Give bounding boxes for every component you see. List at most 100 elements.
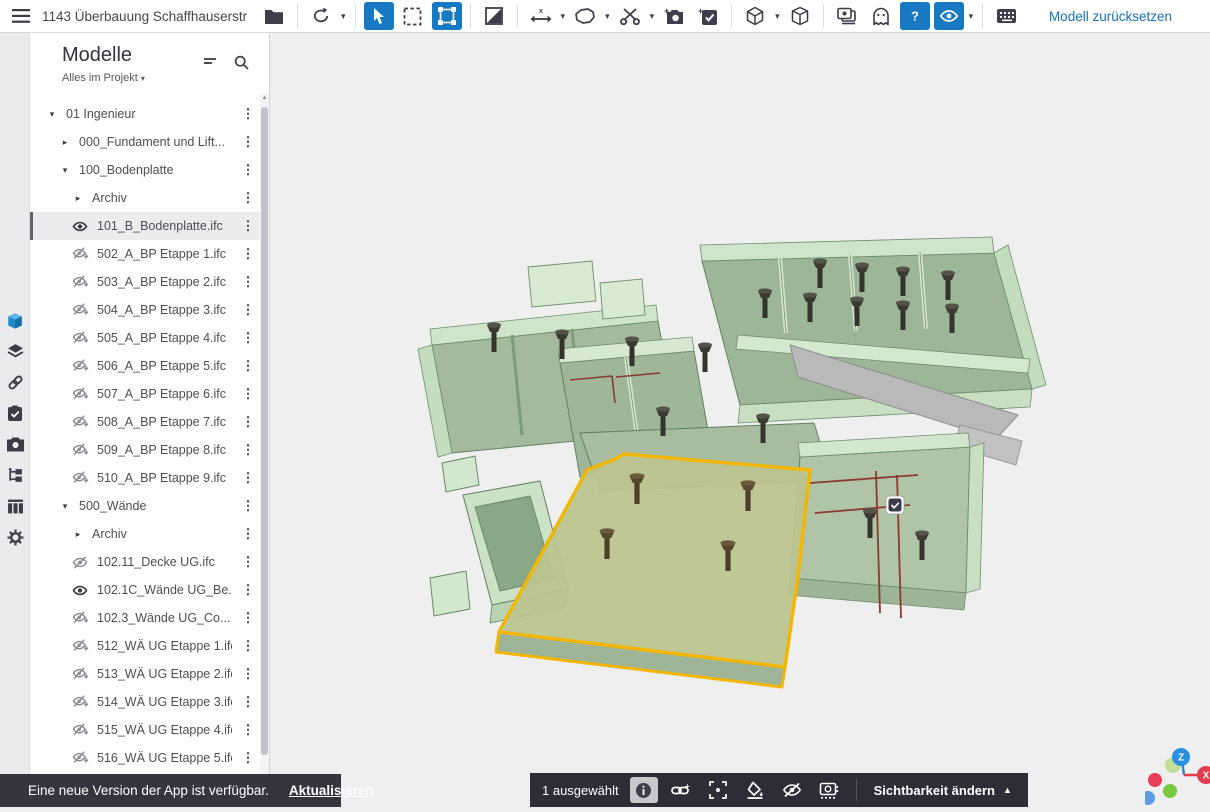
todo-button[interactable]: +	[693, 2, 723, 30]
item-menu-button[interactable]: ⋮	[240, 442, 256, 458]
item-menu-button[interactable]: ⋮	[240, 246, 256, 262]
item-menu-button[interactable]: ⋮	[240, 666, 256, 682]
visibility-toggle-icon[interactable]	[72, 386, 89, 402]
visibility-toggle-icon[interactable]	[72, 582, 89, 598]
measure-caret[interactable]: ▾	[558, 11, 569, 22]
visibility-toggle-icon[interactable]	[72, 694, 89, 710]
item-menu-button[interactable]: ⋮	[240, 386, 256, 402]
tree-item[interactable]: 102.3_Wände UG_Co... ⋮	[30, 604, 262, 632]
rail-item-hierarchy[interactable]	[0, 460, 30, 491]
tree-item[interactable]: 508_A_BP Etappe 7.ifc ⋮	[30, 408, 262, 436]
expand-caret[interactable]: ▾	[59, 165, 71, 176]
tree-item[interactable]: ▾ 100_Bodenplatte ⋮	[30, 156, 262, 184]
tree-item[interactable]: 507_A_BP Etappe 6.ifc ⋮	[30, 380, 262, 408]
keyboard-button[interactable]	[991, 2, 1021, 30]
visibility-toggle-icon[interactable]	[72, 246, 89, 262]
item-menu-button[interactable]: ⋮	[240, 106, 256, 122]
item-menu-button[interactable]: ⋮	[240, 498, 256, 514]
visibility-caret[interactable]: ▾	[966, 11, 977, 22]
tree-item[interactable]: 102.1C_Wände UG_Be... ⋮	[30, 576, 262, 604]
rail-item-snapshots[interactable]	[0, 429, 30, 460]
expand-caret[interactable]: ▾	[46, 109, 58, 120]
section-cut-button[interactable]	[615, 2, 645, 30]
tree-item[interactable]: 509_A_BP Etappe 8.ifc ⋮	[30, 436, 262, 464]
scrollbar-thumb[interactable]	[261, 107, 268, 755]
paint-bucket-button[interactable]	[741, 777, 769, 803]
zoom-to-selection-button[interactable]	[704, 777, 732, 803]
visibility-toggle-icon[interactable]	[72, 470, 89, 486]
tree-item[interactable]: 502_A_BP Etappe 1.ifc ⋮	[30, 240, 262, 268]
expand-caret[interactable]: ▸	[72, 529, 84, 540]
visibility-eye-button[interactable]	[934, 2, 964, 30]
expand-caret[interactable]: ▸	[59, 137, 71, 148]
item-menu-button[interactable]: ⋮	[240, 358, 256, 374]
tree-item[interactable]: 510_A_BP Etappe 9.ifc ⋮	[30, 464, 262, 492]
axis-z-handle[interactable]: Z	[1172, 748, 1190, 766]
selected-slab[interactable]	[496, 454, 810, 687]
tree-item[interactable]: 512_WÄ UG Etappe 1.ifc ⋮	[30, 632, 262, 660]
item-menu-button[interactable]: ⋮	[240, 722, 256, 738]
axis-gizmo[interactable]: Z X	[1145, 745, 1210, 807]
item-menu-button[interactable]: ⋮	[240, 526, 256, 542]
item-menu-button[interactable]: ⋮	[240, 274, 256, 290]
view-cube-caret[interactable]: ▾	[772, 11, 783, 22]
sort-button[interactable]	[202, 55, 218, 75]
markup-button[interactable]	[570, 2, 600, 30]
item-menu-button[interactable]: ⋮	[240, 190, 256, 206]
item-menu-button[interactable]: ⋮	[240, 582, 256, 598]
contrast-button[interactable]	[479, 2, 509, 30]
item-menu-button[interactable]: ⋮	[240, 414, 256, 430]
item-menu-button[interactable]: ⋮	[240, 610, 256, 626]
section-caret[interactable]: ▾	[647, 11, 658, 22]
item-menu-button[interactable]: ⋮	[240, 134, 256, 150]
tree-item[interactable]: 503_A_BP Etappe 2.ifc ⋮	[30, 268, 262, 296]
model-cube-button[interactable]	[785, 2, 815, 30]
visibility-toggle-icon[interactable]	[72, 610, 89, 626]
rail-item-links[interactable]	[0, 367, 30, 398]
transform-select-button[interactable]	[432, 2, 462, 30]
item-menu-button[interactable]: ⋮	[240, 218, 256, 234]
orbit-caret[interactable]: ▾	[338, 11, 349, 22]
item-menu-button[interactable]: ⋮	[240, 554, 256, 570]
visibility-toggle-icon[interactable]	[72, 358, 89, 374]
visibility-toggle-icon[interactable]	[72, 302, 89, 318]
rail-item-settings[interactable]	[0, 522, 30, 553]
item-menu-button[interactable]: ⋮	[240, 302, 256, 318]
visibility-toggle-icon[interactable]	[72, 750, 89, 766]
tree-item[interactable]: ▸ Archiv ⋮	[30, 184, 262, 212]
tree-item[interactable]: 101_B_Bodenplatte.ifc ⋮	[30, 212, 262, 240]
tree-item[interactable]: 513_WÄ UG Etappe 2.ifc ⋮	[30, 660, 262, 688]
check-marker-badge[interactable]	[886, 496, 904, 514]
visibility-toggle-icon[interactable]	[72, 414, 89, 430]
visibility-toggle-icon[interactable]	[72, 554, 89, 570]
tree-item[interactable]: 505_A_BP Etappe 4.ifc ⋮	[30, 324, 262, 352]
expand-caret[interactable]: ▾	[59, 501, 71, 512]
model-3d-scene[interactable]	[270, 33, 1210, 807]
ghost-button[interactable]	[866, 2, 896, 30]
markup-caret[interactable]: ▾	[602, 11, 613, 22]
visibility-toggle-icon[interactable]	[72, 666, 89, 682]
search-button[interactable]	[234, 55, 249, 75]
tree-item[interactable]: ▸ 000_Fundament und Lift... ⋮	[30, 128, 262, 156]
reset-model-link[interactable]: Modell zurücksetzen	[1049, 9, 1172, 24]
select-cursor-button[interactable]	[364, 2, 394, 30]
add-link-button[interactable]: +	[667, 777, 695, 803]
orbit-button[interactable]	[306, 2, 336, 30]
tree-item[interactable]: 102.11_Decke UG.ifc ⋮	[30, 548, 262, 576]
rail-item-tables[interactable]	[0, 491, 30, 522]
visibility-toggle-icon[interactable]	[72, 330, 89, 346]
marquee-select-button[interactable]	[398, 2, 428, 30]
visibility-toggle-icon[interactable]	[72, 722, 89, 738]
item-menu-button[interactable]: ⋮	[240, 750, 256, 766]
info-button[interactable]	[630, 777, 658, 803]
tree-item[interactable]: ▾ 500_Wände ⋮	[30, 492, 262, 520]
visibility-toggle-icon[interactable]	[72, 218, 89, 234]
measure-button[interactable]: x	[526, 2, 556, 30]
tree-item[interactable]: 504_A_BP Etappe 3.ifc ⋮	[30, 296, 262, 324]
visibility-toggle-icon[interactable]	[72, 442, 89, 458]
tree-item[interactable]: 506_A_BP Etappe 5.ifc ⋮	[30, 352, 262, 380]
expand-caret[interactable]: ▸	[72, 193, 84, 204]
help-marker-button[interactable]: ?	[900, 2, 930, 30]
rail-item-layers[interactable]	[0, 336, 30, 367]
visibility-toggle-icon[interactable]	[72, 638, 89, 654]
